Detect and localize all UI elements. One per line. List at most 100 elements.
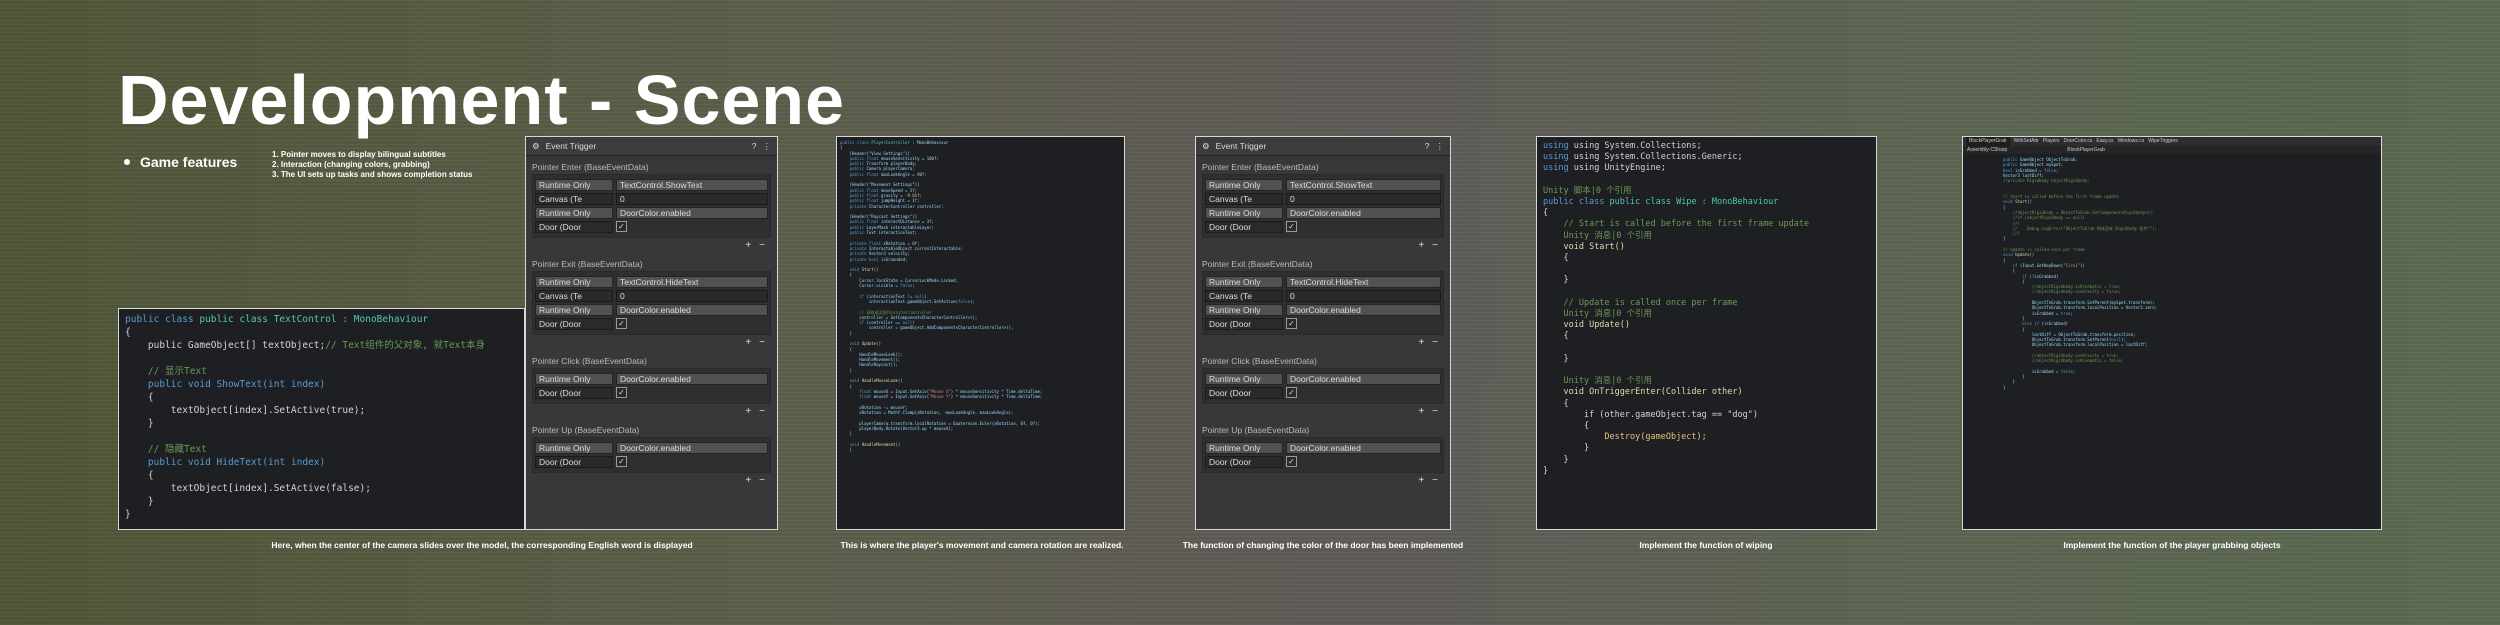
- runtime-dropdown[interactable]: Runtime Only: [1205, 179, 1283, 191]
- assembly-dropdown[interactable]: Assembly-CSharp: [1967, 146, 2007, 154]
- enabled-checkbox[interactable]: ✓: [616, 456, 627, 467]
- function-dropdown[interactable]: TextControl.HideText: [1286, 276, 1441, 288]
- function-dropdown[interactable]: TextControl.HideText: [616, 276, 768, 288]
- object-field[interactable]: Canvas (Te: [535, 193, 613, 205]
- function-dropdown[interactable]: TextControl.ShowText: [1286, 179, 1441, 191]
- caption-door-color: The function of changing the color of th…: [1182, 540, 1464, 550]
- object-field[interactable]: Door (Door: [535, 318, 613, 330]
- add-icon[interactable]: +: [745, 406, 751, 417]
- object-field[interactable]: Door (Door: [1205, 318, 1283, 330]
- function-dropdown[interactable]: DoorColor.enabled: [1286, 207, 1441, 219]
- function-dropdown[interactable]: DoorColor.enabled: [1286, 373, 1441, 385]
- runtime-dropdown[interactable]: Runtime Only: [535, 304, 613, 316]
- remove-icon[interactable]: −: [759, 240, 765, 251]
- event-section-title: Pointer Click (BaseEventData): [532, 356, 647, 366]
- start-sig: void Start(): [1563, 241, 1625, 252]
- enabled-checkbox[interactable]: ✓: [616, 318, 627, 329]
- function-dropdown[interactable]: TextControl.ShowText: [616, 179, 768, 191]
- argument-field[interactable]: 0: [1286, 193, 1441, 205]
- runtime-dropdown[interactable]: Runtime Only: [535, 373, 613, 385]
- remove-icon[interactable]: −: [1432, 475, 1438, 486]
- runtime-dropdown[interactable]: Runtime Only: [535, 442, 613, 454]
- add-icon[interactable]: +: [1418, 240, 1424, 251]
- remove-icon[interactable]: −: [759, 475, 765, 486]
- enabled-checkbox[interactable]: ✓: [1286, 387, 1297, 398]
- add-icon[interactable]: +: [1418, 406, 1424, 417]
- object-field[interactable]: Door (Door: [535, 221, 613, 233]
- event-section-title: Pointer Click (BaseEventData): [1202, 356, 1317, 366]
- add-icon[interactable]: +: [745, 475, 751, 486]
- runtime-dropdown[interactable]: Runtime Only: [535, 179, 613, 191]
- game-features-label: Game features: [140, 154, 238, 170]
- code-hide-body: textObject[index].SetActive(false);: [170, 483, 371, 494]
- object-field[interactable]: Door (Door: [535, 456, 613, 468]
- function-dropdown[interactable]: DoorColor.enabled: [616, 207, 768, 219]
- object-field[interactable]: Canvas (Te: [1205, 193, 1283, 205]
- tab[interactable]: DoorColor.cs: [2064, 137, 2093, 146]
- add-icon[interactable]: +: [1418, 475, 1424, 486]
- tab[interactable]: WithSetAttr: [2014, 137, 2039, 146]
- remove-icon[interactable]: −: [1432, 240, 1438, 251]
- function-dropdown[interactable]: DoorColor.enabled: [1286, 442, 1441, 454]
- code-editor: public class public class TextControl : …: [125, 314, 486, 520]
- tab[interactable]: Easy.cs: [2096, 137, 2113, 146]
- event-section-title: Pointer Up (BaseEventData): [532, 425, 640, 435]
- object-field[interactable]: Door (Door: [535, 387, 613, 399]
- enabled-checkbox[interactable]: ✓: [616, 387, 627, 398]
- argument-field[interactable]: 0: [616, 193, 768, 205]
- tab[interactable]: Windows.cs: [2118, 137, 2145, 146]
- object-field[interactable]: Door (Door: [1205, 456, 1283, 468]
- argument-field[interactable]: 0: [1286, 290, 1441, 302]
- editor-tabs: BlockPlayerGrab WithSetAttr Players Door…: [1963, 137, 2381, 146]
- enabled-checkbox[interactable]: ✓: [1286, 318, 1297, 329]
- object-field[interactable]: Door (Door: [1205, 387, 1283, 399]
- remove-icon[interactable]: −: [1432, 337, 1438, 348]
- ref-hint: Unity 消息|0 个引用: [1563, 376, 1653, 387]
- event-section: Pointer Click (BaseEventData) Runtime On…: [532, 354, 771, 419]
- destroy-line: Destroy(gameObject);: [1604, 432, 1707, 443]
- argument-field[interactable]: 0: [616, 290, 768, 302]
- using-line: using System.Collections.Generic;: [1573, 152, 1743, 163]
- menu-icon[interactable]: ⋮: [1436, 141, 1445, 152]
- runtime-dropdown[interactable]: Runtime Only: [535, 207, 613, 219]
- caption-wipe: Implement the function of wiping: [1639, 540, 1773, 550]
- runtime-dropdown[interactable]: Runtime Only: [535, 276, 613, 288]
- object-field[interactable]: Door (Door: [1205, 221, 1283, 233]
- tab[interactable]: Players: [2043, 137, 2060, 146]
- runtime-dropdown[interactable]: Runtime Only: [1205, 207, 1283, 219]
- tab[interactable]: BlockPlayerGrab: [1966, 137, 2010, 146]
- add-icon[interactable]: +: [1418, 337, 1424, 348]
- code-editor: using using System.Collections; using us…: [1543, 141, 1810, 476]
- start-comment: // Start is called before the first fram…: [1563, 219, 1810, 230]
- object-field[interactable]: Canvas (Te: [1205, 290, 1283, 302]
- function-dropdown[interactable]: DoorColor.enabled: [1286, 304, 1441, 316]
- add-icon[interactable]: +: [745, 240, 751, 251]
- bullet-dot: [124, 159, 130, 165]
- tab[interactable]: WipeTriggers: [2148, 137, 2178, 146]
- help-icon[interactable]: ?: [752, 141, 757, 151]
- using-line: using UnityEngine;: [1573, 163, 1666, 174]
- add-icon[interactable]: +: [745, 337, 751, 348]
- object-field[interactable]: Canvas (Te: [535, 290, 613, 302]
- function-dropdown[interactable]: DoorColor.enabled: [616, 373, 768, 385]
- inspector-title: Event Trigger: [1215, 141, 1267, 151]
- update-comment: // Update is called once per frame: [1563, 297, 1738, 308]
- inspector-header: ⚙ Event Trigger ? ⋮: [1196, 137, 1450, 156]
- remove-icon[interactable]: −: [1432, 406, 1438, 417]
- feature-list: 1. Pointer moves to display bilingual su…: [272, 150, 473, 180]
- remove-icon[interactable]: −: [759, 337, 765, 348]
- enabled-checkbox[interactable]: ✓: [616, 221, 627, 232]
- runtime-dropdown[interactable]: Runtime Only: [1205, 442, 1283, 454]
- enabled-checkbox[interactable]: ✓: [1286, 221, 1297, 232]
- runtime-dropdown[interactable]: Runtime Only: [1205, 304, 1283, 316]
- remove-icon[interactable]: −: [759, 406, 765, 417]
- code-show-body: textObject[index].SetActive(true);: [170, 405, 366, 416]
- class-dropdown[interactable]: BlockPlayerGrab: [2067, 146, 2105, 154]
- runtime-dropdown[interactable]: Runtime Only: [1205, 276, 1283, 288]
- function-dropdown[interactable]: DoorColor.enabled: [616, 304, 768, 316]
- function-dropdown[interactable]: DoorColor.enabled: [616, 442, 768, 454]
- enabled-checkbox[interactable]: ✓: [1286, 456, 1297, 467]
- menu-icon[interactable]: ⋮: [763, 141, 772, 152]
- runtime-dropdown[interactable]: Runtime Only: [1205, 373, 1283, 385]
- help-icon[interactable]: ?: [1425, 141, 1430, 151]
